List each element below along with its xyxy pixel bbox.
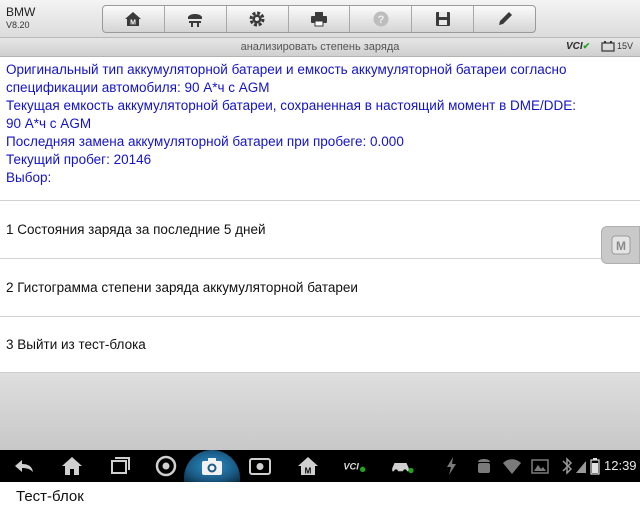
menu-item-charge-5-days[interactable]: 1 Состояния заряда за последние 5 дней [0, 200, 640, 258]
m-logo-icon: M [611, 235, 630, 255]
vehicle-make: BMW [6, 5, 36, 19]
floating-menu-button[interactable]: M [601, 226, 640, 264]
info-line: Текущая емкость аккумуляторной батареи, … [6, 98, 577, 113]
vci-nav-button[interactable]: VCI [336, 454, 372, 478]
camera-icon [202, 458, 222, 475]
save-button[interactable] [412, 6, 475, 32]
browser-button[interactable] [152, 454, 180, 478]
recent-apps-icon [111, 457, 130, 474]
vci-status: VCI✔ [566, 41, 590, 52]
vci-icon: VCI [343, 461, 366, 472]
menu-item-exit-test[interactable]: 3 Выйти из тест-блока [0, 316, 640, 373]
svg-text:M: M [616, 239, 626, 253]
home-icon [62, 457, 82, 475]
vehicle-nav-button[interactable] [386, 454, 418, 478]
info-line: спецификации автомобиля: 90 А*ч с AGM [6, 80, 270, 95]
info-line: Выбор: [6, 170, 52, 185]
chrome-icon [155, 455, 177, 477]
back-button[interactable] [10, 454, 38, 478]
battery-level-icon [589, 454, 601, 478]
flash-icon [442, 454, 462, 478]
recent-apps-button[interactable] [106, 454, 134, 478]
menu-item-charge-histogram[interactable]: 2 Гистограмма степени заряда аккумулятор… [0, 258, 640, 316]
home-nav-button[interactable] [58, 454, 86, 478]
save-icon [435, 12, 450, 26]
top-toolbar: BMW V8.20 M ? [0, 0, 640, 38]
selection-menu: 1 Состояния заряда за последние 5 дней 2… [0, 200, 640, 373]
edit-button[interactable] [474, 6, 535, 32]
battery-icon [601, 41, 615, 52]
gear-icon [249, 11, 265, 27]
home-icon: M [125, 12, 142, 27]
vci-status-label: VCI [566, 41, 583, 52]
battery-voltage: 15V [617, 41, 634, 51]
svg-text:M: M [305, 467, 312, 476]
check-icon: ✔ [582, 41, 591, 51]
empty-area [0, 373, 640, 450]
system-nav-bar: M VCI 12:39 [0, 450, 640, 482]
info-line: Текущий пробег: 20146 [6, 152, 152, 167]
page-title: анализировать степень заряда [240, 41, 400, 53]
android-icon [474, 454, 494, 478]
toolbar-buttons: M ? [102, 5, 536, 33]
settings-button[interactable] [227, 6, 289, 32]
signal-icon [574, 454, 588, 478]
pen-icon [498, 12, 512, 25]
car-icon [392, 463, 414, 474]
vehicle-button[interactable] [165, 6, 227, 32]
screenshot-button[interactable] [198, 454, 226, 478]
print-button[interactable] [289, 6, 351, 32]
svg-text:M: M [131, 20, 137, 27]
battery-status: 15V [601, 40, 633, 52]
m-home-icon: M [298, 457, 318, 476]
wifi-icon [502, 454, 522, 478]
home-button[interactable]: M [103, 6, 165, 32]
info-line: 90 А*ч с AGM [6, 116, 92, 131]
status-clock: 12:39 [604, 458, 637, 473]
gallery-icon [530, 454, 550, 478]
screen-record-button[interactable] [246, 454, 274, 478]
screen-record-icon [249, 458, 271, 475]
software-version: V8.20 [6, 20, 30, 30]
car-lift-icon [188, 14, 203, 27]
printer-icon [311, 12, 327, 27]
caption-label: Тест-блок [16, 488, 84, 505]
bluetooth-icon [560, 454, 574, 478]
vci-nav-label: VCI [343, 461, 359, 471]
brand: BMW V8.20 [6, 5, 35, 31]
help-icon: ? [373, 11, 389, 27]
title-bar: анализировать степень заряда VCI✔ 15V [0, 38, 640, 57]
back-icon [15, 460, 33, 472]
maxisys-button[interactable]: M [294, 454, 322, 478]
battery-info: Оригинальный тип аккумуляторной батареи … [6, 61, 634, 187]
info-line: Оригинальный тип аккумуляторной батареи … [6, 62, 567, 77]
svg-text:?: ? [377, 14, 384, 26]
info-line: Последняя замена аккумуляторной батареи … [6, 134, 404, 149]
help-button[interactable]: ? [350, 6, 413, 32]
